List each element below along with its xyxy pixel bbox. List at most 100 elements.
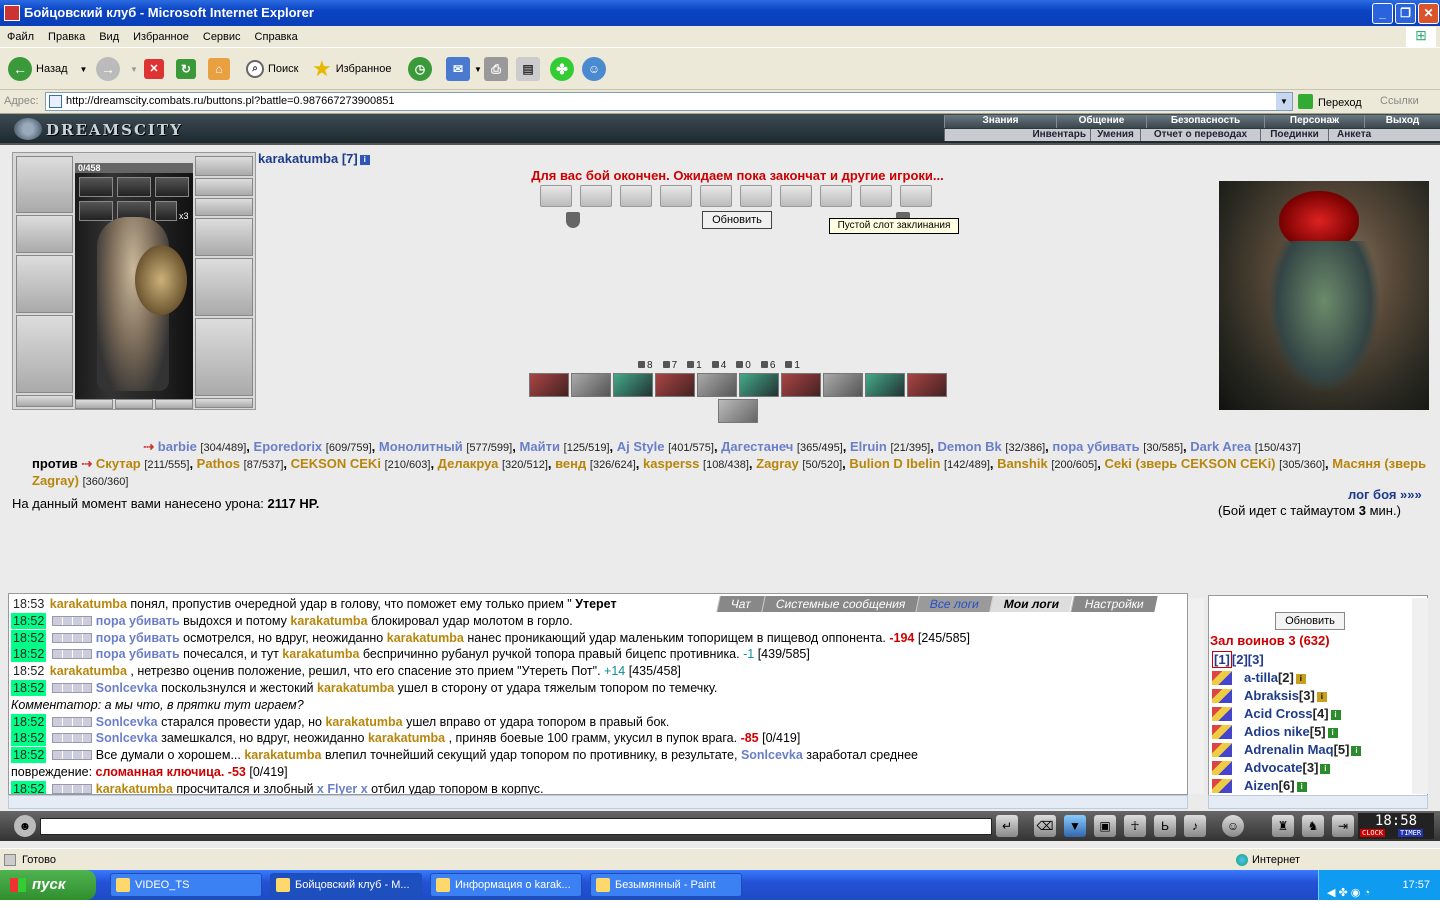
- chat-player-name[interactable]: karakatumba: [290, 614, 367, 628]
- chat-player-name[interactable]: Sonlcevka: [96, 731, 158, 745]
- fight-status-icon[interactable]: [1212, 707, 1232, 721]
- address-dropdown-icon[interactable]: ▼: [1276, 93, 1292, 110]
- chat-player-name[interactable]: karakatumba: [50, 664, 127, 678]
- team2-player[interactable]: венд: [555, 456, 586, 471]
- tab-system-messages[interactable]: Системные сообщения: [761, 596, 920, 612]
- team1-player[interactable]: Майти: [519, 439, 560, 454]
- fight-status-icon[interactable]: [1212, 725, 1232, 739]
- list-scrollbar[interactable]: [1412, 598, 1428, 794]
- close-button[interactable]: ✕: [1418, 3, 1439, 24]
- team2-player[interactable]: Скутар: [96, 456, 141, 471]
- potion-icon[interactable]: ♜: [1272, 815, 1294, 837]
- info-icon[interactable]: i: [1327, 728, 1338, 738]
- skill-button[interactable]: [781, 373, 821, 397]
- nav-skills[interactable]: Умения: [1090, 129, 1140, 141]
- walk-icon[interactable]: ☥: [1124, 815, 1146, 837]
- team2-player[interactable]: Bulion D Ibelin: [849, 456, 940, 471]
- skill-button[interactable]: [571, 373, 611, 397]
- chat-input[interactable]: [40, 818, 992, 835]
- player-name[interactable]: Advocate: [1244, 760, 1303, 775]
- chat-player-name[interactable]: karakatumba: [387, 631, 464, 645]
- history-button[interactable]: ◷: [408, 54, 436, 84]
- nav-profile[interactable]: Анкета: [1328, 129, 1440, 141]
- tab-chat[interactable]: Чат: [716, 596, 765, 612]
- team2-player[interactable]: Pathos: [197, 456, 240, 471]
- nav-security[interactable]: Безопасность: [1146, 115, 1264, 128]
- team2-player[interactable]: CEKSON CEKi: [291, 456, 381, 471]
- player-list-item[interactable]: Abraksis[3] i: [1244, 688, 1327, 703]
- menu-file[interactable]: Файл: [0, 26, 41, 48]
- info-icon[interactable]: i: [1330, 710, 1341, 720]
- messenger-button[interactable]: ✤: [550, 54, 578, 84]
- fight-status-icon[interactable]: [1212, 779, 1232, 793]
- mail-button[interactable]: ✉ ▼: [446, 54, 482, 84]
- fight-status-icon[interactable]: [1212, 761, 1232, 775]
- go-button[interactable]: Переход: [1298, 94, 1362, 109]
- menu-help[interactable]: Справка: [248, 26, 305, 48]
- gloves-slot[interactable]: [195, 218, 253, 256]
- team1-player[interactable]: Монолитный: [379, 439, 463, 454]
- fight-status-icon[interactable]: [1212, 743, 1232, 757]
- skill-button[interactable]: [907, 373, 947, 397]
- player-list-item[interactable]: Advocate[3] i: [1244, 760, 1331, 775]
- player-list-item[interactable]: Aizen[6] i: [1244, 778, 1307, 793]
- task-paint[interactable]: Безымянный - Paint: [590, 873, 742, 897]
- player-list-item[interactable]: Adrenalin Maq[5] i: [1244, 742, 1362, 757]
- player-name[interactable]: Adrenalin Maq: [1244, 742, 1334, 757]
- skill-button[interactable]: [529, 373, 569, 397]
- team1-player[interactable]: пора убивать: [1052, 439, 1139, 454]
- refresh-list-button[interactable]: Обновить: [1275, 612, 1345, 630]
- chat-player-name[interactable]: x Flyer x: [317, 782, 368, 794]
- spell-slot[interactable]: [580, 185, 612, 207]
- fight-status-icon[interactable]: [1212, 689, 1232, 703]
- nav-knowledge[interactable]: Знания: [944, 115, 1056, 128]
- spell-slot[interactable]: [780, 185, 812, 207]
- fight-status-icon[interactable]: [1212, 671, 1232, 685]
- spell-slot[interactable]: [620, 185, 652, 207]
- emoticon-icon[interactable]: ☺: [1222, 815, 1244, 837]
- chat-player-name[interactable]: пора убивать: [96, 647, 180, 661]
- tab-all-logs[interactable]: Все логи: [915, 596, 994, 612]
- smiley-icon[interactable]: ☻: [14, 815, 36, 837]
- tab-my-logs[interactable]: Мои логи: [989, 596, 1074, 612]
- chat-player-name[interactable]: Sonlcevka: [96, 681, 158, 695]
- rings-slot[interactable]: [195, 198, 253, 216]
- task-browser[interactable]: Бойцовский клуб - M...: [270, 873, 422, 897]
- player-name[interactable]: Abraksis: [1244, 688, 1299, 703]
- info-icon[interactable]: i: [1351, 746, 1362, 756]
- team2-player[interactable]: Zagray: [756, 456, 799, 471]
- tab-settings[interactable]: Настройки: [1069, 596, 1158, 612]
- chat-player-name[interactable]: пора убивать: [96, 631, 180, 645]
- task-video-ts[interactable]: VIDEO_TS: [110, 873, 262, 897]
- team2-player[interactable]: kasperss: [643, 456, 699, 471]
- skill-button[interactable]: [865, 373, 905, 397]
- chat-player-name[interactable]: karakatumba: [96, 782, 173, 794]
- boots-slot[interactable]: [195, 398, 253, 408]
- links-label[interactable]: Ссылки: [1380, 95, 1419, 107]
- item-slot[interactable]: [79, 201, 113, 221]
- home-button[interactable]: ⌂: [208, 54, 234, 84]
- chat-player-name[interactable]: karakatumba: [282, 647, 359, 661]
- team2-player[interactable]: Banshik: [997, 456, 1048, 471]
- team1-player[interactable]: Demon Bk: [937, 439, 1001, 454]
- nav-inventory[interactable]: Инвентарь: [944, 129, 1090, 141]
- team1-player[interactable]: Elruin: [850, 439, 887, 454]
- refresh-button[interactable]: ↻: [176, 54, 200, 84]
- offhand-slot[interactable]: [195, 258, 253, 316]
- spell-slot[interactable]: [700, 185, 732, 207]
- exit-icon[interactable]: ⇥: [1332, 815, 1354, 837]
- team1-player[interactable]: Aj Style: [617, 439, 665, 454]
- info-icon[interactable]: i: [1316, 692, 1327, 702]
- helmet-slot[interactable]: [16, 156, 73, 213]
- chat-horizontal-scrollbar[interactable]: [8, 795, 1188, 809]
- print-button[interactable]: ⎙: [484, 54, 512, 84]
- page-link[interactable]: [2]: [1232, 652, 1248, 667]
- list-horizontal-scrollbar[interactable]: [1208, 795, 1428, 809]
- belt-slot[interactable]: [16, 395, 73, 407]
- weapon-slot[interactable]: [16, 255, 73, 313]
- nav-transfer-report[interactable]: Отчет о переводах: [1140, 129, 1260, 141]
- maximize-button[interactable]: ❐: [1395, 3, 1416, 24]
- bracers-slot[interactable]: [16, 215, 73, 253]
- start-button[interactable]: пуск: [0, 870, 96, 900]
- menu-edit[interactable]: Правка: [41, 26, 92, 48]
